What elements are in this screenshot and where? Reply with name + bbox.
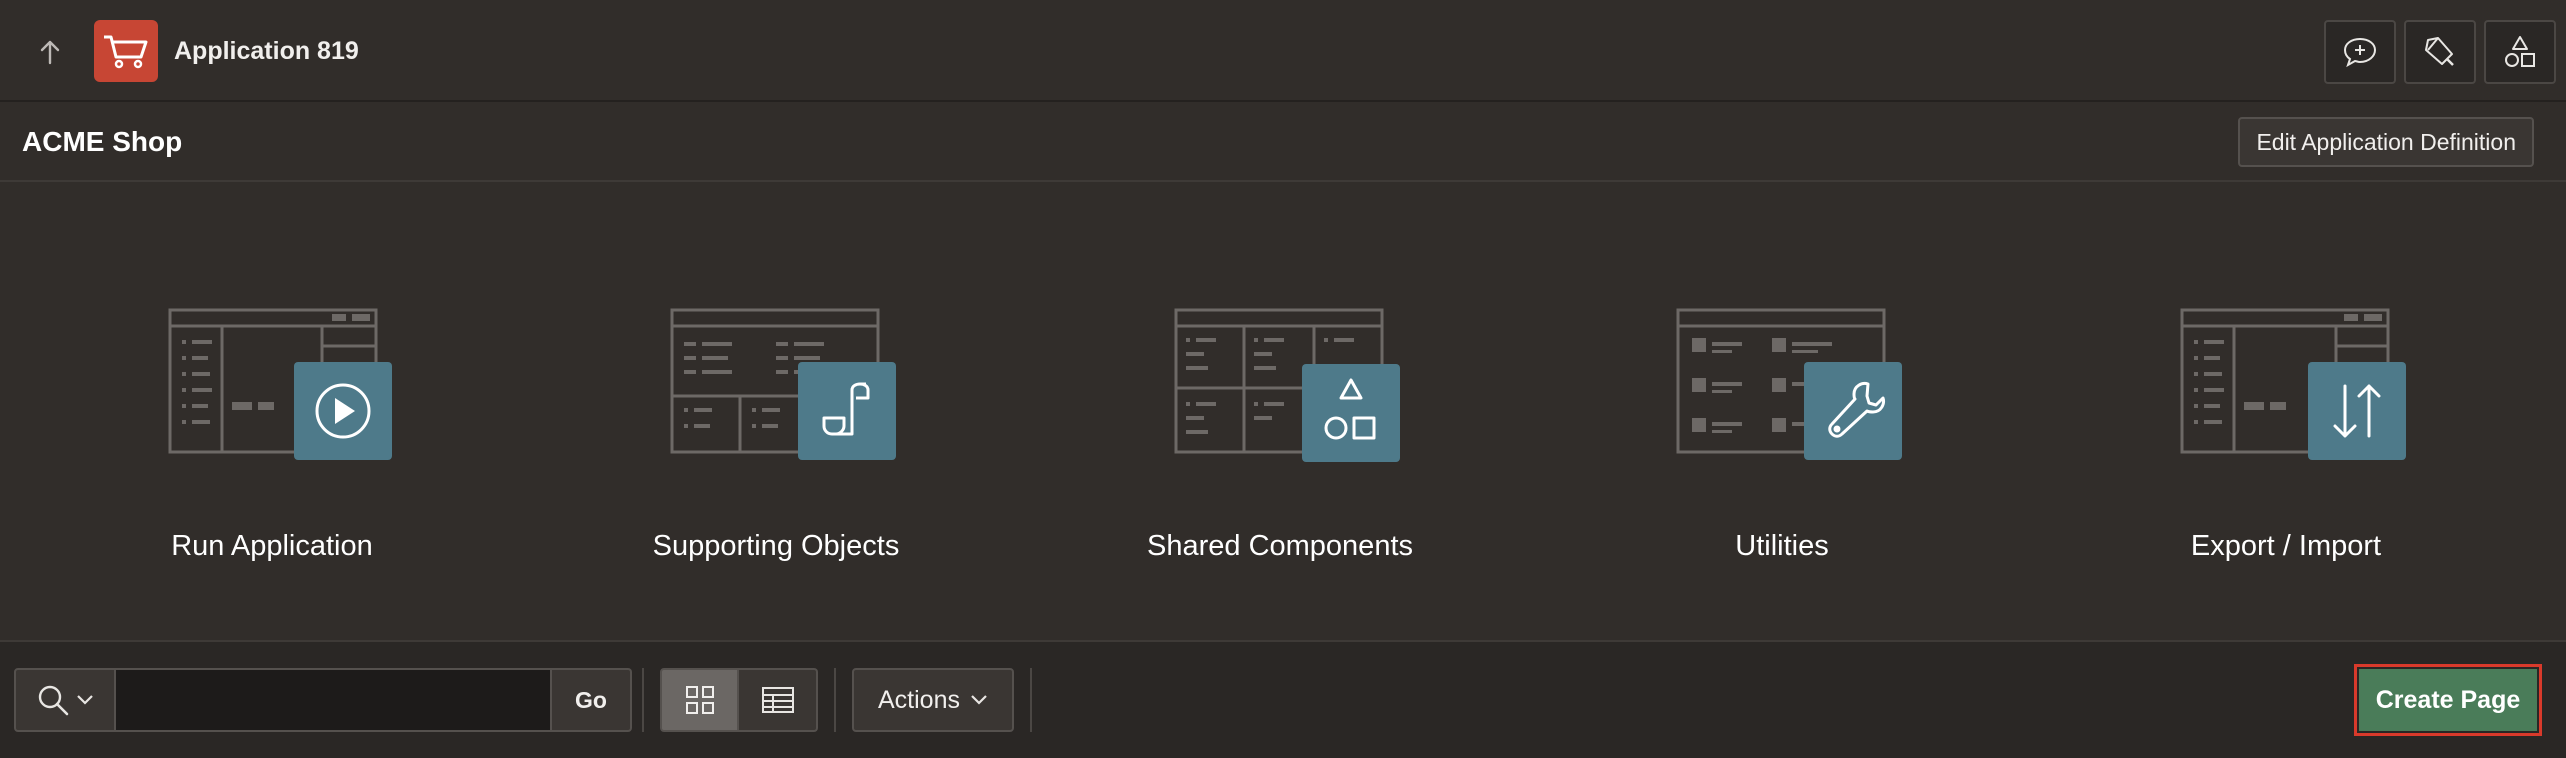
toolbar-divider [642,668,644,732]
run-application-illustration [168,308,392,460]
icon-view-button[interactable] [660,668,739,732]
tile-export-import[interactable]: Export / Import [2036,184,2536,640]
pages-toolbar: Go Actions Create Page [0,640,2566,758]
comment-plus-icon [2343,37,2377,68]
tile-label: Run Application [171,530,373,562]
add-comment-button[interactable] [2324,20,2396,84]
application-title[interactable]: Application 819 [174,34,359,68]
report-view-button[interactable] [739,668,818,732]
actions-menu-button[interactable]: Actions [852,668,1014,732]
create-page-button[interactable]: Create Page [2357,667,2539,733]
toolbar-divider [1030,668,1032,732]
app-component-tiles: Run Application Supporting Objects Share… [0,184,2566,640]
top-header: Application 819 [0,0,2566,102]
quick-sql-button[interactable] [2404,20,2476,84]
tile-label: Shared Components [1147,530,1413,562]
utilities-illustration [1676,308,1902,460]
app-name: ACME Shop [22,126,183,157]
edit-application-definition-button[interactable]: Edit Application Definition [2238,117,2534,167]
search-column-menu-button[interactable] [14,668,116,732]
cart-icon [94,20,158,82]
shapes-icon [2505,36,2535,67]
search-input[interactable] [116,668,552,732]
up-arrow-icon[interactable] [30,34,70,70]
tile-run-application[interactable]: Run Application [22,184,522,640]
app-region-header: ACME Shop Edit Application Definition [0,104,2566,182]
grid-icon [685,686,714,714]
tile-shared-components[interactable]: Shared Components [1030,184,1530,640]
view-toggle [660,668,818,732]
toolbar-divider [834,668,836,732]
table-icon [761,687,794,713]
export-import-illustration [2180,308,2406,460]
flashlight-icon [2425,37,2454,66]
shared-components-button[interactable] [2484,20,2556,84]
tile-label: Supporting Objects [652,530,900,562]
supporting-objects-illustration [670,308,896,460]
actions-label: Actions [878,685,960,714]
chevron-down-icon [971,695,987,705]
tile-supporting-objects[interactable]: Supporting Objects [526,184,1026,640]
tile-label: Export / Import [2190,530,2382,562]
chevron-down-icon [77,695,93,705]
search-icon [38,685,69,716]
shared-components-illustration [1174,308,1400,462]
create-page-highlight: Create Page [2354,664,2542,736]
search-group: Go [14,668,632,732]
go-button[interactable]: Go [552,668,632,732]
tile-label: Utilities [1735,530,1829,562]
tile-utilities[interactable]: Utilities [1532,184,2032,640]
